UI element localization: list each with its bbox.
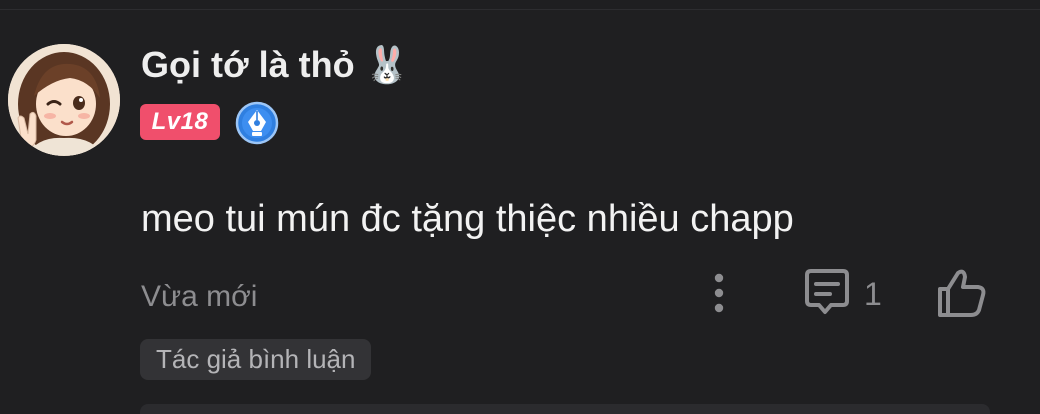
author-tag: Tác giả bình luận [140,339,372,380]
reply-button[interactable]: 1 [800,266,895,320]
comment-page: Gọi tớ là thỏ 🐰 Lv18 meo tui mún đc tặng… [0,0,1040,414]
reply-count: 1 [864,276,882,312]
pen-nib-icon [235,101,279,145]
reply-preview[interactable] [140,404,990,414]
level-badge: Lv18 [140,104,220,140]
thumbs-up-icon[interactable] [934,265,990,321]
avatar[interactable] [8,44,120,156]
comment-text: meo tui mún đc tặng thiệc nhiều chapp [141,198,794,240]
timestamp: Vừa mới [141,280,258,313]
comment-icon [805,269,849,314]
username[interactable]: Gọi tớ là thỏ 🐰 [141,40,409,90]
divider [0,9,1040,10]
more-vertical-icon[interactable] [700,268,740,318]
